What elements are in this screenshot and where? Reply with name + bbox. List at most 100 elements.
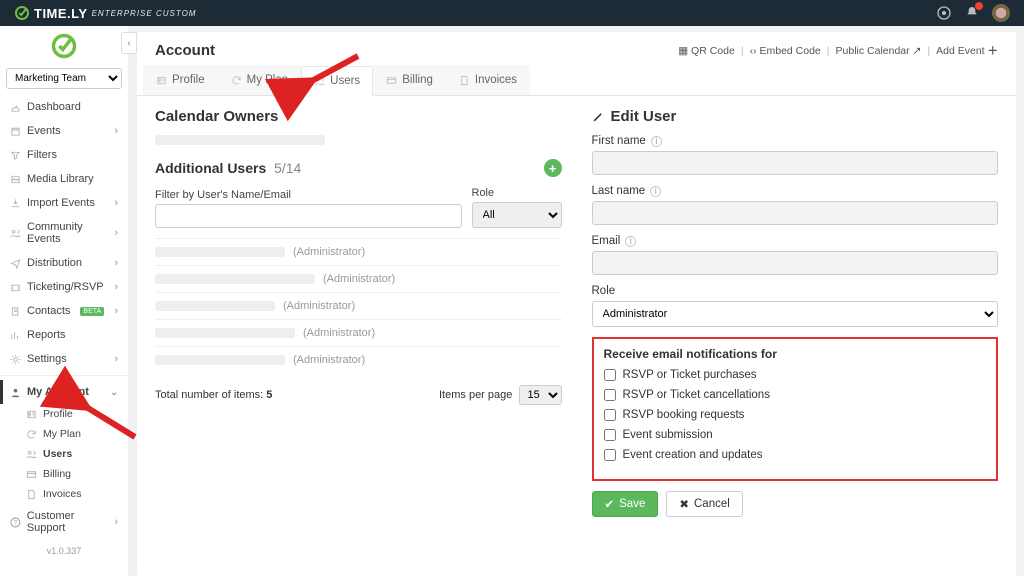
user-row[interactable]: (Administrator) <box>155 346 562 373</box>
sidebar: Marketing Team DashboardEventsFiltersMed… <box>0 26 129 576</box>
calendar-icon <box>10 126 21 137</box>
users-icon <box>10 228 21 239</box>
notification-checkbox[interactable]: Event submission <box>604 429 987 441</box>
notification-checkbox[interactable]: RSVP or Ticket purchases <box>604 369 987 381</box>
checkbox-input[interactable] <box>604 429 616 441</box>
info-icon[interactable]: i <box>651 136 662 147</box>
user-row[interactable]: (Administrator) <box>155 238 562 265</box>
user-name-placeholder <box>155 274 315 284</box>
tab-my-plan[interactable]: My Plan <box>218 65 302 95</box>
user-row[interactable]: (Administrator) <box>155 292 562 319</box>
user-name-placeholder <box>155 301 275 311</box>
email-label: Email <box>592 235 621 247</box>
role-select[interactable]: Administrator <box>592 301 999 327</box>
sidebar-sub-users[interactable]: Users <box>26 444 128 464</box>
sidebar-item-media-library[interactable]: Media Library <box>0 167 128 191</box>
sidebar-item-my-account[interactable]: My Account ⌄ <box>0 380 128 404</box>
card-icon <box>26 469 37 480</box>
sidebar-sub-profile[interactable]: Profile <box>26 404 128 424</box>
additional-users-header: Additional Users 5/14 + <box>155 159 562 177</box>
sidebar-item-customer-support[interactable]: ?Customer Support <box>0 504 128 540</box>
external-link-icon: ↗ <box>913 45 922 57</box>
filter-role-select[interactable]: All <box>472 202 562 228</box>
sidebar-item-contacts[interactable]: ContactsBETA <box>0 299 128 323</box>
tab-users[interactable]: Users <box>301 66 373 96</box>
notification-checkbox[interactable]: RSVP or Ticket cancellations <box>604 389 987 401</box>
email-input[interactable] <box>592 251 999 275</box>
team-selector[interactable]: Marketing Team <box>6 68 122 89</box>
qr-code-link[interactable]: ▦ QR Code <box>678 45 735 57</box>
checkbox-input[interactable] <box>604 389 616 401</box>
user-avatar[interactable] <box>992 4 1010 22</box>
timely-logo-icon <box>50 32 78 60</box>
chart-icon <box>10 330 21 341</box>
per-page-label: Items per page <box>439 389 512 401</box>
chevron-right-icon <box>114 257 118 269</box>
code-icon: ‹› <box>750 45 760 57</box>
address-icon <box>10 306 21 317</box>
sidebar-item-import-events[interactable]: Import Events <box>0 191 128 215</box>
sidebar-item-dashboard[interactable]: Dashboard <box>0 95 128 119</box>
gear-icon <box>10 354 21 365</box>
checkbox-input[interactable] <box>604 449 616 461</box>
brand-suffix: ENTERPRISE CUSTOM <box>92 9 197 18</box>
sidebar-item-filters[interactable]: Filters <box>0 143 128 167</box>
support-icon[interactable] <box>936 5 952 21</box>
per-page-select[interactable]: 15 <box>519 385 562 405</box>
file-icon <box>459 75 470 86</box>
send-icon <box>10 258 21 269</box>
sidebar-item-community-events[interactable]: Community Events <box>0 215 128 251</box>
top-bar: TIME.LY ENTERPRISE CUSTOM <box>0 0 1024 26</box>
checkbox-input[interactable] <box>604 369 616 381</box>
role-label: Role <box>592 285 616 297</box>
user-role: (Administrator) <box>293 246 365 258</box>
sidebar-item-ticketing-rsvp[interactable]: Ticketing/RSVP <box>0 275 128 299</box>
info-icon[interactable]: i <box>625 236 636 247</box>
svg-text:?: ? <box>14 519 18 526</box>
edit-user-heading: Edit User <box>592 108 999 125</box>
sidebar-item-distribution[interactable]: Distribution <box>0 251 128 275</box>
sidebar-item-settings[interactable]: Settings <box>0 347 128 371</box>
filter-role-label: Role <box>472 187 562 199</box>
image-icon <box>10 174 21 185</box>
checkbox-input[interactable] <box>604 409 616 421</box>
first-name-input[interactable] <box>592 151 999 175</box>
user-row[interactable]: (Administrator) <box>155 265 562 292</box>
users-icon <box>26 449 37 460</box>
tab-billing[interactable]: Billing <box>373 65 446 95</box>
sidebar-item-reports[interactable]: Reports <box>0 323 128 347</box>
users-icon <box>314 76 325 87</box>
last-name-label: Last name <box>592 185 646 197</box>
sidebar-sub-invoices[interactable]: Invoices <box>26 484 128 504</box>
public-calendar-link[interactable]: Public Calendar ↗ <box>836 45 922 57</box>
embed-code-link[interactable]: ‹› Embed Code <box>750 45 821 57</box>
page-title: Account <box>155 42 215 59</box>
id-icon <box>26 409 37 420</box>
sidebar-item-events[interactable]: Events <box>0 119 128 143</box>
save-button[interactable]: ✔Save <box>592 491 659 517</box>
add-user-button[interactable]: + <box>544 159 562 177</box>
sidebar-sub-my-plan[interactable]: My Plan <box>26 424 128 444</box>
sidebar-sub-billing[interactable]: Billing <box>26 464 128 484</box>
last-name-input[interactable] <box>592 201 999 225</box>
user-role: (Administrator) <box>283 300 355 312</box>
notification-checkbox[interactable]: Event creation and updates <box>604 449 987 461</box>
help-icon: ? <box>10 517 21 528</box>
brand: TIME.LY ENTERPRISE CUSTOM <box>14 5 196 21</box>
cancel-button[interactable]: ✖Cancel <box>666 491 742 517</box>
add-event-link[interactable]: Add Event ＋ <box>936 43 998 58</box>
filter-name-input[interactable] <box>155 204 462 228</box>
user-row[interactable]: (Administrator) <box>155 319 562 346</box>
file-icon <box>26 489 37 500</box>
sidebar-collapse-handle[interactable]: ‹ <box>121 32 137 54</box>
notification-checkbox[interactable]: RSVP booking requests <box>604 409 987 421</box>
notifications-icon[interactable] <box>964 5 980 21</box>
card-icon <box>386 75 397 86</box>
chevron-right-icon <box>114 281 118 293</box>
brand-logo-icon <box>14 5 30 21</box>
info-icon[interactable]: i <box>650 186 661 197</box>
qr-icon: ▦ <box>678 45 691 57</box>
tab-invoices[interactable]: Invoices <box>446 65 530 95</box>
ticket-icon <box>10 282 21 293</box>
tab-profile[interactable]: Profile <box>143 65 218 95</box>
